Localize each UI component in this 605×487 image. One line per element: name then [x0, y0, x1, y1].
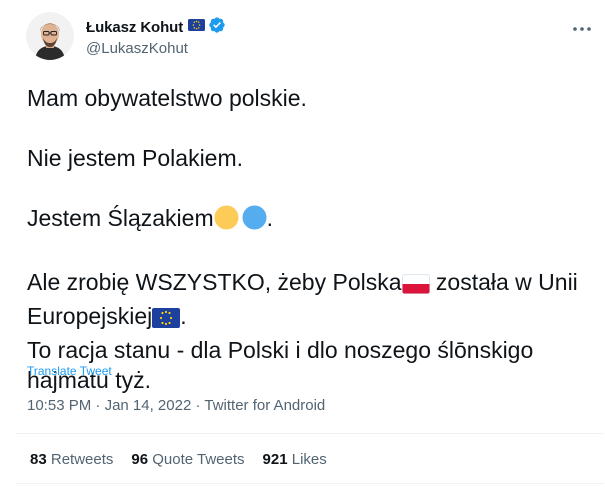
tweet-line-text: Ale zrobię WSZYSTKO, żeby Polska	[27, 269, 402, 295]
quote-tweets-count: 96	[131, 451, 149, 468]
tweet-line: Nie jestem Polakiem.	[27, 145, 244, 171]
tweet-line: Ale zrobię WSZYSTKO, żeby Polska została…	[27, 267, 587, 301]
tweet-line: Jestem Ślązakiem.	[27, 203, 587, 237]
avatar[interactable]	[26, 12, 74, 60]
tweet-line-text: Jestem Ślązakiem	[27, 205, 214, 231]
eu-flag-icon	[188, 18, 206, 36]
likes-label: Likes	[291, 451, 327, 468]
verified-badge-icon	[208, 16, 226, 39]
blue-circle-icon	[242, 205, 267, 237]
poland-flag-icon	[401, 271, 430, 301]
more-options-button[interactable]	[570, 22, 594, 36]
quote-tweets-label: Quote Tweets	[152, 451, 245, 468]
author-name-row: Łukasz Kohut	[86, 16, 226, 39]
meta-separator: ·	[191, 397, 205, 414]
tweet-blank-line	[27, 237, 587, 267]
tweet-source: Twitter for Android	[204, 397, 326, 414]
tweet-meta: 10:53 PM · Jan 14, 2022 · Twitter for An…	[27, 397, 325, 414]
more-dots-icon	[573, 27, 591, 31]
tweet-text: Mam obywatelstwo polskie. Nie jestem Pol…	[27, 83, 587, 395]
meta-separator: ·	[91, 397, 105, 414]
eu-flag-icon	[152, 305, 181, 335]
retweets-stat[interactable]: 83 Retweets	[30, 451, 113, 468]
translate-tweet-link[interactable]: Translate Tweet	[27, 364, 112, 378]
tweet-line-end: .	[180, 303, 187, 329]
tweet-line: Mam obywatelstwo polskie.	[27, 85, 307, 111]
tweet-line-text: Europejskiej	[27, 303, 153, 329]
tweet-blank-line	[27, 173, 587, 203]
profile-photo-icon	[26, 12, 74, 60]
tweet-line-end: .	[266, 205, 274, 231]
retweets-label: Retweets	[50, 451, 114, 468]
tweet-time[interactable]: 10:53 PM	[27, 397, 91, 414]
tweet-line: Europejskiej.	[27, 301, 587, 335]
likes-stat[interactable]: 921 Likes	[263, 451, 327, 468]
author-name[interactable]: Łukasz Kohut	[86, 19, 183, 36]
tweet-stats: 83 Retweets 96 Quote Tweets 921 Likes	[30, 451, 327, 468]
retweets-count: 83	[30, 451, 47, 468]
yellow-circle-icon	[214, 205, 239, 237]
quote-tweets-stat[interactable]: 96 Quote Tweets	[131, 451, 244, 468]
divider	[16, 483, 604, 484]
tweet-line: To racja stanu - dla Polski i dlo noszeg…	[27, 337, 534, 363]
tweet-line-text: została w Unii	[429, 269, 578, 295]
divider	[16, 433, 604, 434]
tweet-date[interactable]: Jan 14, 2022	[105, 397, 192, 414]
author-handle[interactable]: @LukaszKohut	[86, 40, 188, 57]
tweet-card: Łukasz Kohut @LukaszKohut Mam obywatelst…	[0, 0, 605, 487]
tweet-blank-line	[27, 113, 587, 143]
likes-count: 921	[262, 451, 288, 468]
